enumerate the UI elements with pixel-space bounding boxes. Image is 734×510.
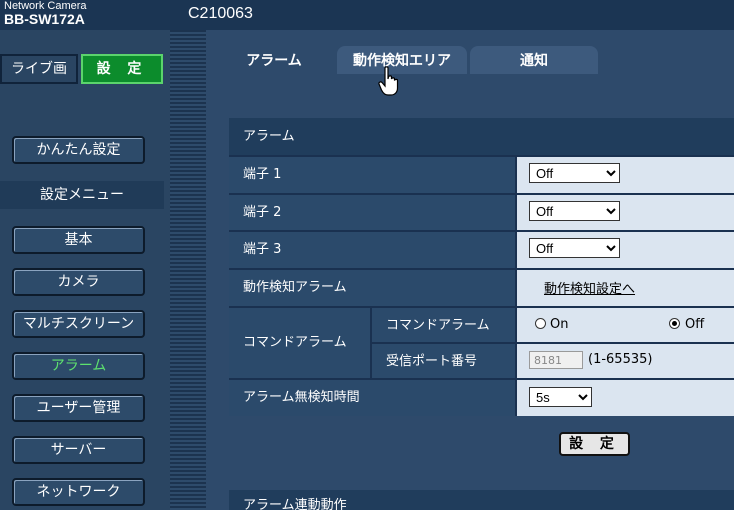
radio-off-label: Off	[685, 317, 705, 332]
command-alarm-group-label: コマンドアラーム	[229, 306, 370, 378]
port-label: 受信ポート番号	[370, 342, 517, 378]
nav-network-button[interactable]: ネットワーク	[12, 478, 145, 506]
command-alarm-label: コマンドアラーム	[370, 306, 517, 342]
motion-settings-link[interactable]: 動作検知設定へ	[544, 278, 635, 297]
radio-off[interactable]	[669, 318, 680, 329]
nav-server-button[interactable]: サーバー	[12, 436, 145, 464]
no-detect-select[interactable]: 5s	[529, 387, 592, 407]
hand-pointer-icon	[378, 66, 399, 96]
model-name: BB-SW172A	[4, 11, 85, 27]
terminal1-select[interactable]: Off	[529, 163, 620, 183]
setup-button[interactable]: 設 定	[81, 54, 163, 84]
no-detect-label: アラーム無検知時間	[229, 378, 517, 416]
terminal2-select[interactable]: Off	[529, 201, 620, 221]
tab-alarm[interactable]: アラーム	[214, 46, 334, 74]
set-button[interactable]: 設 定	[559, 432, 630, 456]
terminal2-label: 端子 2	[229, 193, 517, 230]
nav-basic-button[interactable]: 基本	[12, 226, 145, 254]
terminal3-select[interactable]: Off	[529, 238, 620, 258]
quick-setup-button[interactable]: かんたん設定	[12, 136, 145, 164]
nav-alarm-button[interactable]: アラーム	[12, 352, 145, 380]
decorative-stripes	[170, 30, 206, 510]
port-range: (1-65535)	[588, 352, 653, 367]
camera-name: C210063	[188, 5, 253, 22]
radio-on[interactable]	[535, 318, 546, 329]
terminal3-label: 端子 3	[229, 230, 517, 268]
tab-motion-area[interactable]: 動作検知エリア	[337, 46, 467, 74]
header-bar: Network Camera BB-SW172A C210063	[0, 0, 734, 30]
nav-multiscreen-button[interactable]: マルチスクリーン	[12, 310, 145, 338]
motion-alarm-label: 動作検知アラーム	[229, 268, 517, 306]
setup-menu-header: 設定メニュー	[0, 181, 164, 209]
nav-camera-button[interactable]: カメラ	[12, 268, 145, 296]
nav-user-button[interactable]: ユーザー管理	[12, 394, 145, 422]
live-view-button[interactable]: ライブ画	[0, 54, 78, 84]
terminal1-label: 端子 1	[229, 155, 517, 193]
tab-notification[interactable]: 通知	[470, 46, 598, 74]
port-input[interactable]: 8181	[529, 351, 583, 369]
section-title: アラーム	[229, 118, 734, 155]
radio-on-label: On	[550, 317, 569, 332]
next-section-title: アラーム連動動作	[229, 490, 734, 510]
